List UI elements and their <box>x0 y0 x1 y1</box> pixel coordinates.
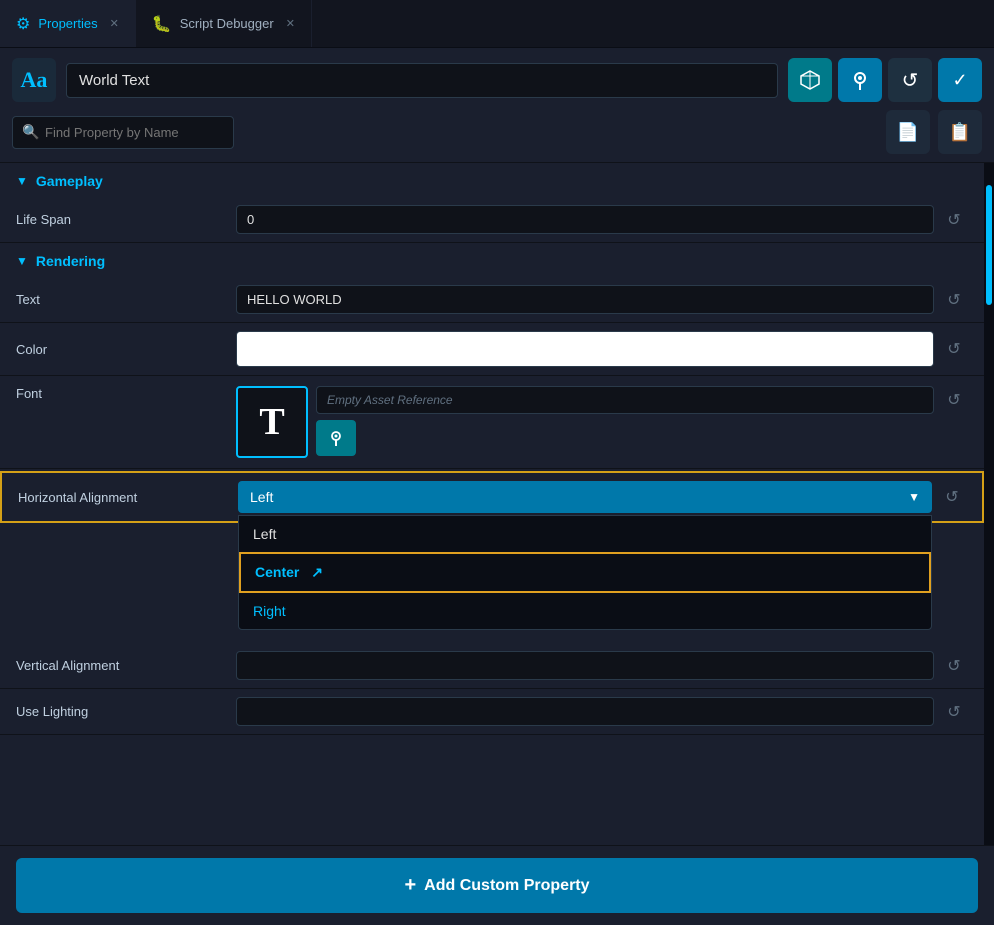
header-area: Aa ↺ ✓ <box>0 48 994 163</box>
dropdown-option-left[interactable]: Left <box>239 516 931 552</box>
horizontal-alignment-row: Horizontal Alignment Left ▼ Left Center … <box>0 471 984 523</box>
pin-button[interactable] <box>838 58 882 102</box>
text-input[interactable] <box>236 285 934 314</box>
rendering-section-header[interactable]: ▼ Rendering <box>0 243 984 277</box>
color-value <box>236 331 934 367</box>
lifespan-input[interactable] <box>236 205 934 234</box>
color-swatch[interactable] <box>236 331 934 367</box>
search-icon: 🔍 <box>22 124 39 141</box>
copy-button[interactable]: 📄 <box>886 110 930 154</box>
color-row: Color ↺ <box>0 323 984 376</box>
text-label: Text <box>16 292 236 307</box>
pin-icon <box>849 69 871 91</box>
horizontal-alignment-dropdown[interactable]: Left ▼ <box>238 481 932 513</box>
add-custom-property-button[interactable]: + Add Custom Property <box>16 858 978 913</box>
dropdown-option-right[interactable]: Right <box>239 593 931 629</box>
use-lighting-row: Use Lighting ↺ <box>0 689 984 735</box>
vertical-alignment-row: Vertical Alignment ↺ <box>0 643 984 689</box>
cube-button[interactable] <box>788 58 832 102</box>
properties-tab-icon: ⚙ <box>16 14 30 34</box>
title-input[interactable] <box>66 63 778 98</box>
lifespan-value <box>236 205 934 234</box>
search-row: 🔍 📄 📋 <box>12 110 982 154</box>
title-icon: Aa <box>12 58 56 102</box>
script-debugger-tab-icon: 🐛 <box>152 14 172 34</box>
cube-icon <box>799 69 821 91</box>
lifespan-reset-button[interactable]: ↺ <box>940 206 968 234</box>
undo-button[interactable]: ↺ <box>888 58 932 102</box>
use-lighting-value <box>236 697 934 726</box>
font-asset-ref: Empty Asset Reference <box>316 386 934 414</box>
font-label: Font <box>16 386 236 401</box>
dropdown-current-value: Left <box>250 489 273 505</box>
properties-tab-label: Properties <box>38 16 97 31</box>
horizontal-alignment-reset-button[interactable]: ↺ <box>938 483 966 511</box>
tab-properties[interactable]: ⚙ Properties ✕ <box>0 0 136 47</box>
vertical-scrollbar[interactable] <box>984 163 994 925</box>
app-container: ⚙ Properties ✕ 🐛 Script Debugger ✕ Aa <box>0 0 994 925</box>
font-reset-button[interactable]: ↺ <box>940 386 968 414</box>
title-row: Aa ↺ ✓ <box>12 58 982 102</box>
font-value: T Empty Asset Reference <box>236 386 934 458</box>
color-label: Color <box>16 342 236 357</box>
tab-script-debugger[interactable]: 🐛 Script Debugger ✕ <box>136 0 312 47</box>
font-preview[interactable]: T <box>236 386 308 458</box>
horizontal-alignment-label: Horizontal Alignment <box>18 490 238 505</box>
search-input[interactable] <box>12 116 234 149</box>
main-panel: ▼ Gameplay Life Span ↺ ▼ Rendering Text <box>0 163 994 925</box>
rendering-arrow: ▼ <box>16 254 28 268</box>
horizontal-alignment-dropdown-wrapper: Left ▼ Left Center ↗ Right <box>238 481 932 513</box>
text-value <box>236 285 934 314</box>
vertical-alignment-label: Vertical Alignment <box>16 658 236 673</box>
confirm-button[interactable]: ✓ <box>938 58 982 102</box>
font-asset-area: Empty Asset Reference <box>316 386 934 456</box>
bottom-bar: + Add Custom Property <box>0 845 994 925</box>
font-pin-button[interactable] <box>316 420 356 456</box>
vertical-alignment-reset-button[interactable]: ↺ <box>940 652 968 680</box>
script-debugger-tab-label: Script Debugger <box>180 16 274 31</box>
search-wrapper: 🔍 <box>12 116 878 149</box>
properties-panel: ▼ Gameplay Life Span ↺ ▼ Rendering Text <box>0 163 984 925</box>
dropdown-menu: Left Center ↗ Right <box>238 515 932 630</box>
lifespan-label: Life Span <box>16 212 236 227</box>
vertical-alignment-value <box>236 651 934 680</box>
add-custom-plus-icon: + <box>404 874 416 897</box>
scrollbar-thumb[interactable] <box>986 185 992 305</box>
text-reset-button[interactable]: ↺ <box>940 286 968 314</box>
dropdown-option-center[interactable]: Center ↗ <box>239 552 931 593</box>
font-row: Font T Empty Asset Reference <box>0 376 984 469</box>
use-lighting-input[interactable] <box>236 697 934 726</box>
color-reset-button[interactable]: ↺ <box>940 335 968 363</box>
paste-button[interactable]: 📋 <box>938 110 982 154</box>
text-row: Text ↺ <box>0 277 984 323</box>
rendering-label: Rendering <box>36 253 105 269</box>
add-custom-label: Add Custom Property <box>424 877 589 895</box>
horizontal-alignment-value: Left ▼ Left Center ↗ Right <box>238 481 932 513</box>
font-pin-icon <box>327 429 345 447</box>
use-lighting-label: Use Lighting <box>16 704 236 719</box>
vertical-alignment-input[interactable] <box>236 651 934 680</box>
tab-bar: ⚙ Properties ✕ 🐛 Script Debugger ✕ <box>0 0 994 48</box>
properties-tab-close[interactable]: ✕ <box>110 17 119 30</box>
header-buttons: ↺ ✓ <box>788 58 982 102</box>
gameplay-label: Gameplay <box>36 173 103 189</box>
lifespan-row: Life Span ↺ <box>0 197 984 243</box>
gameplay-section-header[interactable]: ▼ Gameplay <box>0 163 984 197</box>
script-debugger-tab-close[interactable]: ✕ <box>286 17 295 30</box>
dropdown-arrow-icon: ▼ <box>908 490 920 504</box>
use-lighting-reset-button[interactable]: ↺ <box>940 698 968 726</box>
gameplay-arrow: ▼ <box>16 174 28 188</box>
